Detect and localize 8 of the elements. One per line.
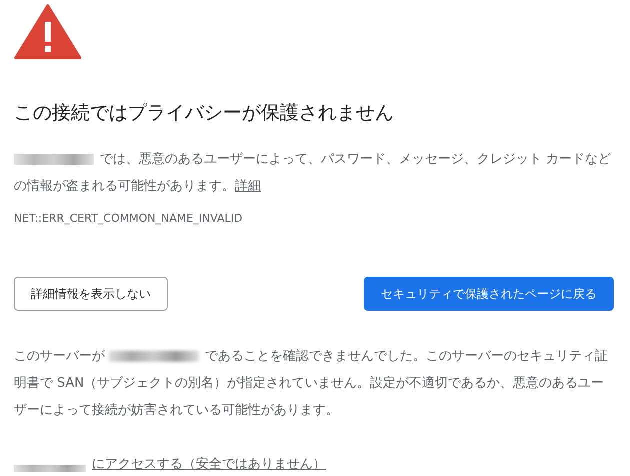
hide-details-button[interactable]: 詳細情報を表示しない <box>14 277 168 311</box>
details-text: このサーバーが であることを確認できませんでした。このサーバーのセキュリティ証明書で SAN（サブジェクトの別名）が指定されていません。設定が不適切であるか、悪意のあるユーザーによって接続が妨害されている可能性があります。 <box>14 348 609 420</box>
back-to-safety-button[interactable]: セキュリティで保護されたページに戻る <box>364 277 614 311</box>
page-heading: この接続ではプライバシーが保護されません <box>14 101 395 126</box>
proceed-link[interactable]: にアクセスする（安全ではありません） <box>14 457 326 472</box>
error-code: NET::ERR_CERT_COMMON_NAME_INVALID <box>14 212 244 225</box>
warning-icon <box>14 4 82 60</box>
details-link[interactable]: 詳細 <box>235 179 261 194</box>
